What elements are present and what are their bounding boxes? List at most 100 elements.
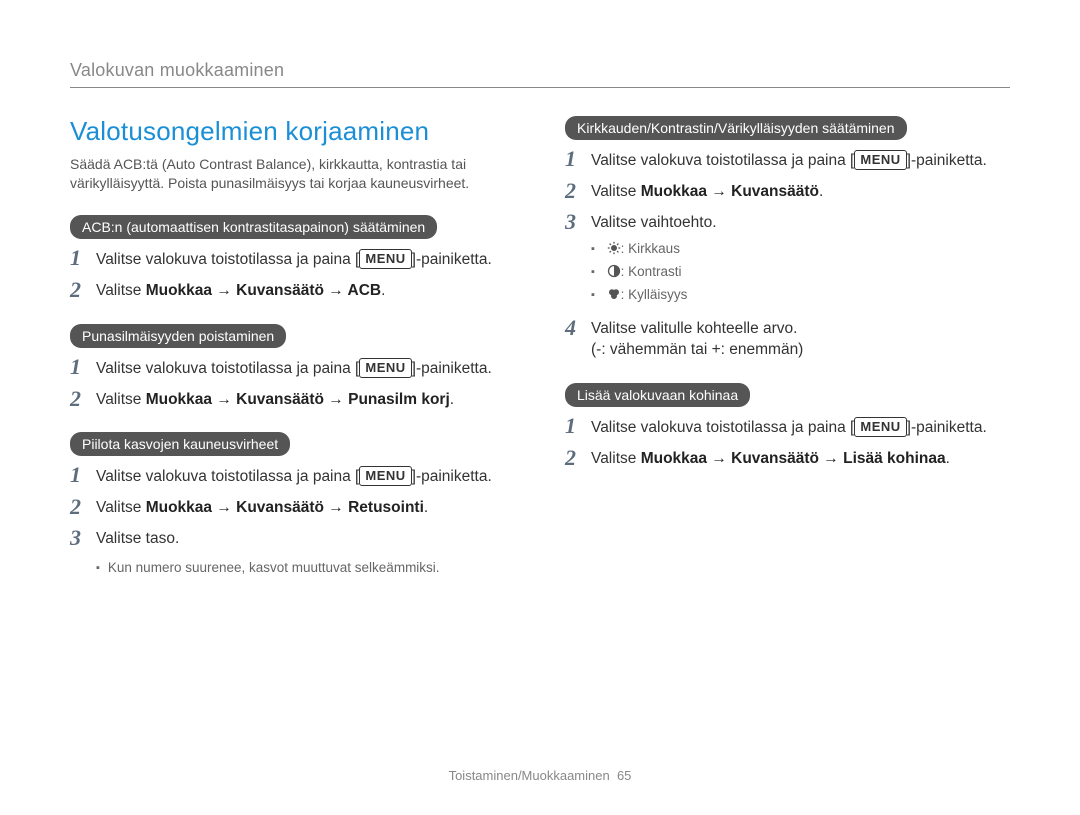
note-beauty: Kun numero suurenee, kasvot muuttuvat se… — [96, 560, 515, 575]
step-text: Valitse Muokkaa → Kuvansäätö → ACB. — [96, 281, 515, 302]
text: Valitse vaihtoehto. — [591, 214, 717, 231]
text: Valitse — [591, 450, 641, 467]
step-text: Valitse Muokkaa → Kuvansäätö → Lisää koh… — [591, 449, 1010, 470]
menu-button-label: MENU — [359, 358, 411, 378]
option-label: : Kontrasti — [621, 264, 682, 279]
step-text: Valitse valokuva toistotilassa ja paina … — [591, 150, 1010, 172]
text: ]-painiketta. — [412, 468, 492, 485]
step-1: 1 Valitse valokuva toistotilassa ja pain… — [70, 249, 515, 271]
heading-redeye: Punasilmäisyyden poistaminen — [70, 324, 286, 348]
text: . — [819, 183, 823, 200]
menu-button-label: MENU — [854, 150, 906, 170]
step-2: 2 Valitse Muokkaa → Kuvansäätö → Lisää k… — [565, 449, 1010, 470]
step-4: 4 Valitse valitulle kohteelle arvo. (-: … — [565, 319, 1010, 361]
step-text: Valitse valokuva toistotilassa ja paina … — [96, 249, 515, 271]
heading-noise: Lisää valokuvaan kohinaa — [565, 383, 750, 407]
text: . — [946, 450, 950, 467]
option-label: : Kylläisyys — [621, 287, 688, 302]
page-title: Valotusongelmien korjaaminen — [70, 116, 515, 147]
right-column: Kirkkauden/Kontrastin/Värikylläisyyden s… — [565, 116, 1010, 575]
step-number: 2 — [70, 279, 96, 301]
option-contrast: : Kontrasti — [591, 263, 1010, 283]
steps-acb: 1 Valitse valokuva toistotilassa ja pain… — [70, 249, 515, 302]
text: Valitse valokuva toistotilassa ja paina … — [591, 419, 854, 436]
text: Valitse valokuva toistotilassa ja paina … — [96, 360, 359, 377]
text: Valitse valokuva toistotilassa ja paina … — [96, 251, 359, 268]
page: Valokuvan muokkaaminen Valotusongelmien … — [0, 0, 1080, 815]
text: Valitse valokuva toistotilassa ja paina … — [591, 152, 854, 169]
option-label: : Kirkkaus — [621, 241, 680, 256]
content-columns: Valotusongelmien korjaaminen Säädä ACB:t… — [70, 116, 1010, 575]
text: Valitse — [96, 391, 146, 408]
text: Valitse — [96, 499, 146, 516]
option-saturation: : Kylläisyys — [591, 286, 1010, 306]
text-bold: Muokkaa → Kuvansäätö → Punasilm korj — [146, 391, 450, 408]
step-1: 1 Valitse valokuva toistotilassa ja pain… — [565, 150, 1010, 172]
text: ]-painiketta. — [907, 419, 987, 436]
text-bold: Muokkaa → Kuvansäätö → Retusointi — [146, 499, 424, 516]
steps-redeye: 1 Valitse valokuva toistotilassa ja pain… — [70, 358, 515, 411]
step-number: 2 — [565, 447, 591, 469]
step-text: Valitse Muokkaa → Kuvansäätö → Retusoint… — [96, 498, 515, 519]
step-1: 1 Valitse valokuva toistotilassa ja pain… — [70, 358, 515, 380]
menu-button-label: MENU — [854, 417, 906, 437]
step-2: 2 Valitse Muokkaa → Kuvansäätö. — [565, 182, 1010, 203]
step-number: 1 — [565, 148, 591, 170]
text: . — [381, 282, 385, 299]
step-number: 1 — [70, 356, 96, 378]
steps-beauty: 1 Valitse valokuva toistotilassa ja pain… — [70, 466, 515, 550]
left-column: Valotusongelmien korjaaminen Säädä ACB:t… — [70, 116, 515, 575]
text: ]-painiketta. — [907, 152, 987, 169]
step-number: 1 — [565, 415, 591, 437]
intro-text: Säädä ACB:tä (Auto Contrast Balance), ki… — [70, 155, 515, 193]
step-number: 1 — [70, 247, 96, 269]
option-brightness: : Kirkkaus — [591, 240, 1010, 260]
step-number: 2 — [565, 180, 591, 202]
step-3: 3 Valitse taso. — [70, 529, 515, 550]
step-text: Valitse taso. — [96, 529, 515, 550]
step-2: 2 Valitse Muokkaa → Kuvansäätö → ACB. — [70, 281, 515, 302]
footer-page-number: 65 — [617, 768, 631, 783]
step-text: Valitse Muokkaa → Kuvansäätö. — [591, 182, 1010, 203]
step-number: 2 — [70, 388, 96, 410]
footer-section: Toistaminen/Muokkaaminen — [449, 768, 610, 783]
saturation-icon — [607, 287, 621, 306]
step-number: 4 — [565, 317, 591, 339]
step-text: Valitse vaihtoehto. : Kirkkaus : Kontr — [591, 213, 1010, 310]
step-1: 1 Valitse valokuva toistotilassa ja pain… — [70, 466, 515, 488]
step-text: Valitse valokuva toistotilassa ja paina … — [591, 417, 1010, 439]
text: (-: vähemmän tai +: enemmän) — [591, 341, 803, 358]
text: . — [450, 391, 454, 408]
heading-acb: ACB:n (automaattisen kontrastitasapainon… — [70, 215, 437, 239]
menu-button-label: MENU — [359, 249, 411, 269]
menu-button-label: MENU — [359, 466, 411, 486]
step-text: Valitse valokuva toistotilassa ja paina … — [96, 358, 515, 380]
step-number: 3 — [565, 211, 591, 233]
page-footer: Toistaminen/Muokkaaminen 65 — [0, 768, 1080, 783]
text: . — [424, 499, 428, 516]
options-list: : Kirkkaus : Kontrasti : Kylläisyys — [591, 240, 1010, 307]
step-number: 2 — [70, 496, 96, 518]
text-bold: Muokkaa → Kuvansäätö → ACB — [146, 282, 381, 299]
step-text: Valitse Muokkaa → Kuvansäätö → Punasilm … — [96, 390, 515, 411]
step-text: Valitse valitulle kohteelle arvo. (-: vä… — [591, 319, 1010, 361]
text: ]-painiketta. — [412, 251, 492, 268]
step-text: Valitse valokuva toistotilassa ja paina … — [96, 466, 515, 488]
text-bold: Muokkaa → Kuvansäätö — [641, 183, 819, 200]
step-number: 3 — [70, 527, 96, 549]
step-3: 3 Valitse vaihtoehto. : Kirkkaus — [565, 213, 1010, 310]
breadcrumb: Valokuvan muokkaaminen — [70, 60, 1010, 88]
step-2: 2 Valitse Muokkaa → Kuvansäätö → Punasil… — [70, 390, 515, 411]
step-2: 2 Valitse Muokkaa → Kuvansäätö → Retusoi… — [70, 498, 515, 519]
steps-noise: 1 Valitse valokuva toistotilassa ja pain… — [565, 417, 1010, 470]
step-1: 1 Valitse valokuva toistotilassa ja pain… — [565, 417, 1010, 439]
heading-beauty: Piilota kasvojen kauneusvirheet — [70, 432, 290, 456]
heading-bcs: Kirkkauden/Kontrastin/Värikylläisyyden s… — [565, 116, 907, 140]
step-number: 1 — [70, 464, 96, 486]
steps-bcs: 1 Valitse valokuva toistotilassa ja pain… — [565, 150, 1010, 361]
contrast-icon — [607, 264, 621, 283]
text-bold: Muokkaa → Kuvansäätö → Lisää kohinaa — [641, 450, 946, 467]
text: Valitse — [591, 183, 641, 200]
text: Valitse valokuva toistotilassa ja paina … — [96, 468, 359, 485]
brightness-icon — [607, 241, 621, 260]
